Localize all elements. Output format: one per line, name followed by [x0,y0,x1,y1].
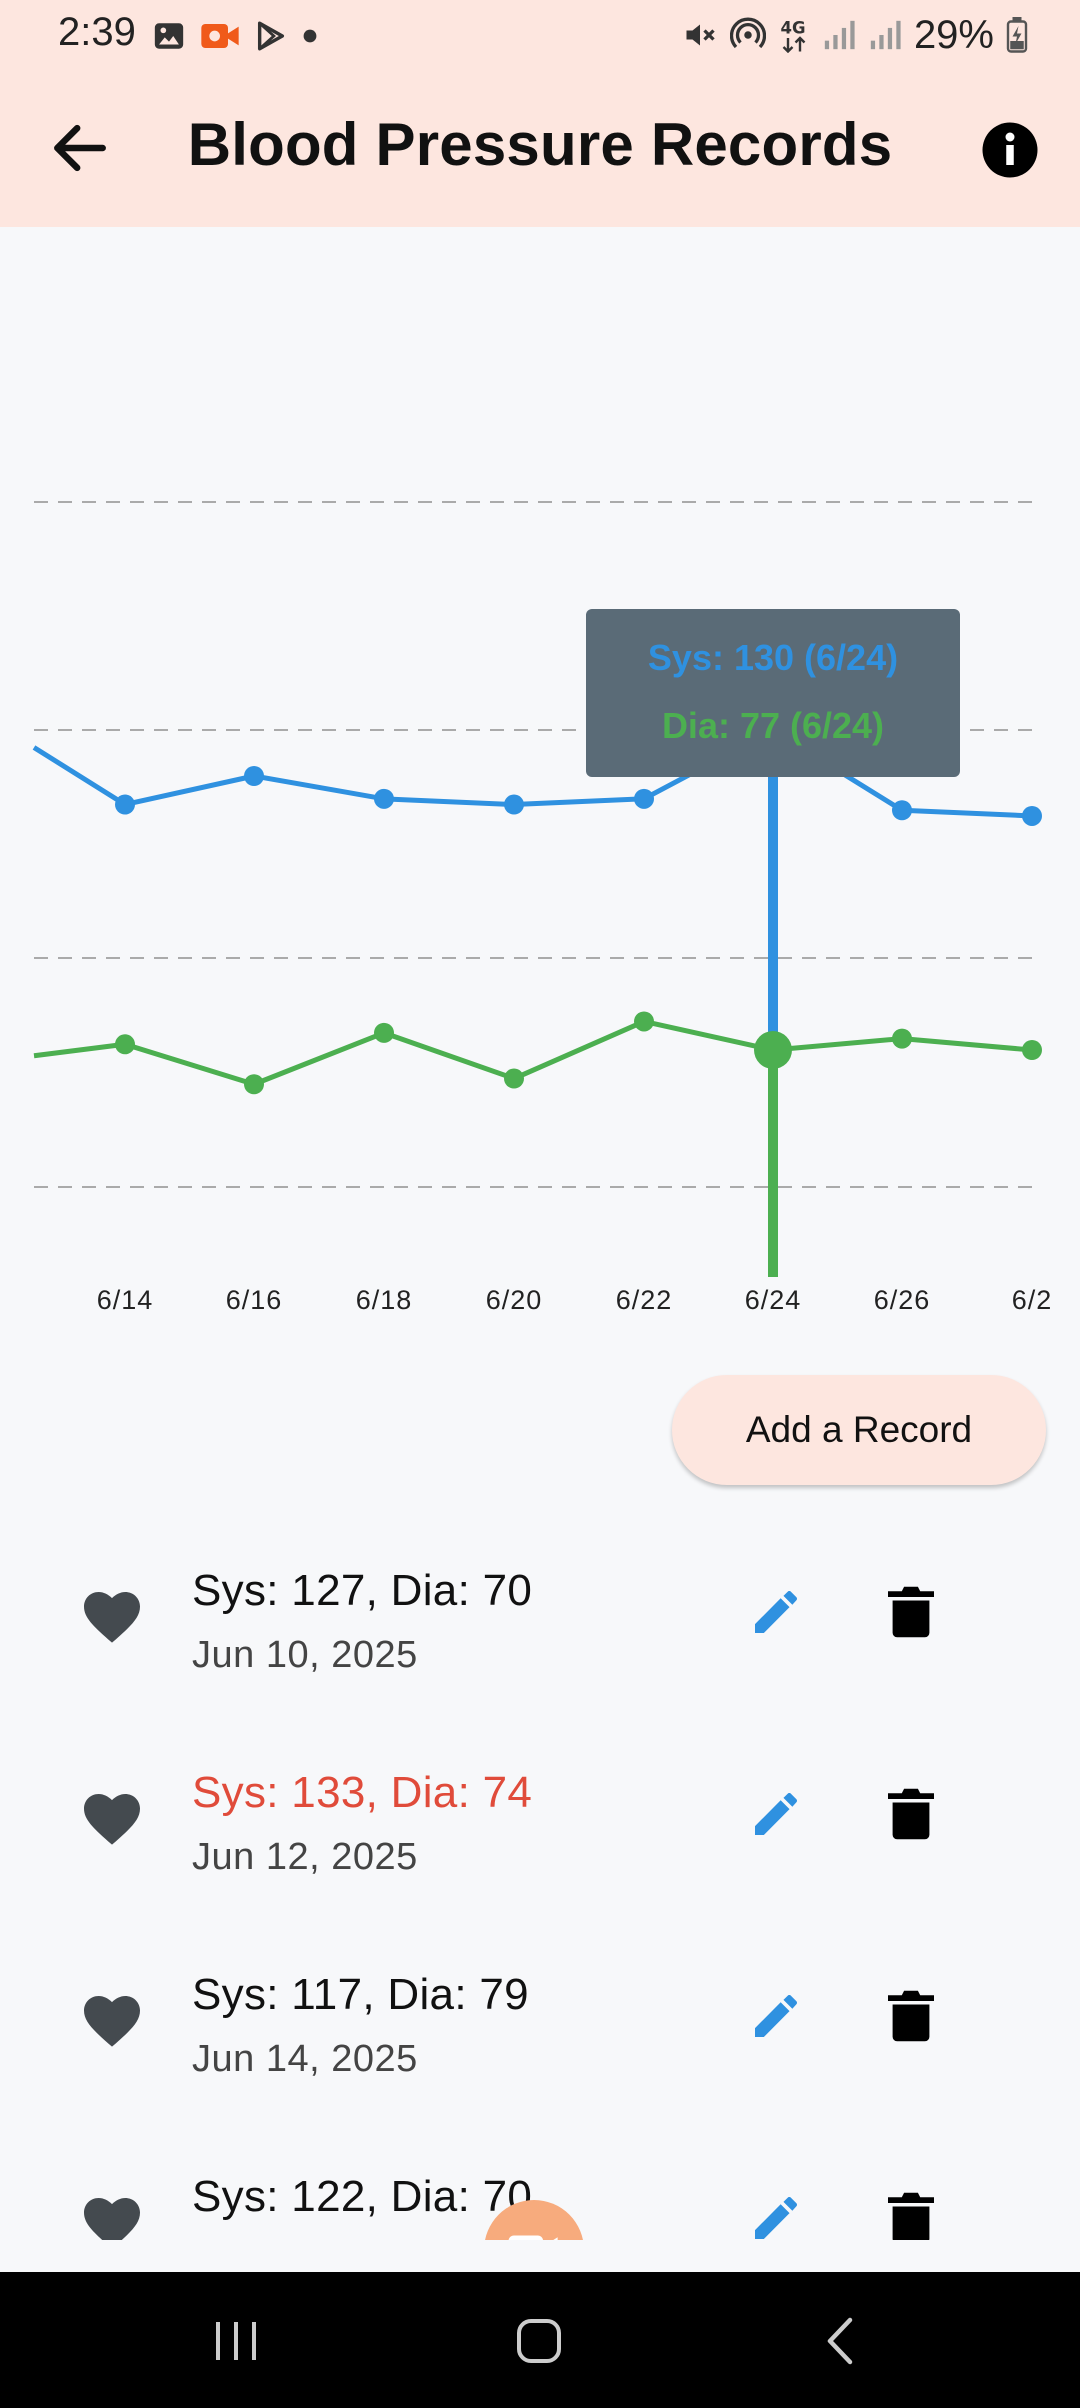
edit-icon[interactable] [748,1584,804,1640]
x-tick-label: 6/16 [226,1285,283,1315]
systolic-data-point [504,794,524,815]
diastolic-data-point [892,1028,912,1049]
status-time: 2:39 [58,10,136,54]
list-item[interactable]: Sys: 133, Dia: 74 Jun 12, 2025 [0,1742,1080,1912]
systolic-data-point [1022,805,1042,826]
tooltip-systolic: Sys: 130 (6/24) [647,637,899,678]
status-bar: 2:39 4G 29% [0,0,1080,70]
systolic-data-point [115,794,135,815]
app-bar: Blood Pressure Records [0,70,1080,227]
battery-charging-icon [1006,17,1028,53]
fab-clip [0,2240,1080,2272]
x-tick-label: 6/18 [356,1285,413,1315]
diastolic-data-point [1022,1040,1042,1060]
recent-apps-icon[interactable] [212,2314,262,2368]
list-item[interactable]: Sys: 117, Dia: 79 Jun 14, 2025 [0,1944,1080,2114]
heart-icon [84,1996,140,2047]
4g-icon: 4G [780,19,805,53]
chart-svg: 6/14 6/16 6/18 6/20 6/22 6/24 6/26 6/2 [32,501,1053,1315]
battery-level: 29% [913,12,994,57]
systolic-data-point [374,788,394,809]
info-icon[interactable] [980,120,1040,180]
edit-icon[interactable] [748,1786,804,1842]
systolic-data-point [892,800,912,821]
dot-icon [303,29,317,43]
record-values: Sys: 117, Dia: 79 [192,1970,529,2019]
list-item[interactable]: Sys: 127, Dia: 70 Jun 10, 2025 [0,1540,1080,1710]
notification-icons [152,16,318,56]
delete-icon[interactable] [888,2190,934,2240]
heart-icon [84,2198,140,2240]
heart-icon [84,1794,140,1845]
record-values: Sys: 133, Dia: 74 [192,1768,533,1817]
heart-icon [84,1592,140,1643]
x-tick-label: 6/26 [874,1285,931,1315]
systolic-data-point [634,788,654,809]
edit-icon[interactable] [748,1988,804,2044]
diastolic-data-point [634,1011,654,1032]
record-date: Jun 12, 2025 [192,1836,418,1878]
diastolic-data-point [115,1034,135,1055]
diastolic-data-point [504,1068,524,1089]
page-title: Blood Pressure Records [187,111,893,178]
add-record-button[interactable]: Add a Record [672,1375,1046,1485]
delete-icon[interactable] [888,1988,934,2044]
chart-tooltip: Sys: 130 (6/24) Dia: 77 (6/24) [586,609,960,777]
home-icon[interactable] [512,2314,566,2368]
signal-icon [870,20,901,50]
play-store-icon [257,21,285,51]
hotspot-icon [729,17,766,49]
diastolic-series-line [33,1018,1033,1087]
delete-icon[interactable] [888,1786,934,1842]
mute-icon [686,24,715,46]
record-date: Jun 14, 2025 [192,2038,418,2080]
system-nav-bar [0,2272,1080,2408]
record-values: Sys: 122, Dia: 70 [192,2172,533,2221]
blood-pressure-chart[interactable]: 6/14 6/16 6/18 6/20 6/22 6/24 6/26 6/2 [0,227,1080,1327]
x-tick-label: 6/20 [486,1285,543,1315]
system-status-icons: 4G 29% [682,10,1028,60]
back-icon[interactable] [818,2314,862,2368]
delete-icon[interactable] [888,1584,934,1640]
x-tick-label: 6/2 [1012,1285,1053,1315]
gallery-icon [154,23,184,49]
x-tick-label: 6/22 [616,1285,673,1315]
systolic-data-point [244,766,264,786]
signal-icon [824,20,855,50]
svg-text:4G: 4G [780,19,805,38]
record-values: Sys: 127, Dia: 70 [192,1566,533,1615]
x-tick-label: 6/14 [97,1285,154,1315]
tooltip-diastolic: Dia: 77 (6/24) [661,705,885,746]
diastolic-data-point [374,1022,394,1043]
edit-icon[interactable] [748,2190,804,2240]
x-tick-label: 6/24 [745,1285,802,1315]
diastolic-data-point [244,1074,264,1095]
diastolic-data-point [754,1031,792,1069]
record-date: Jun 10, 2025 [192,1634,418,1676]
video-recording-icon [201,24,239,48]
